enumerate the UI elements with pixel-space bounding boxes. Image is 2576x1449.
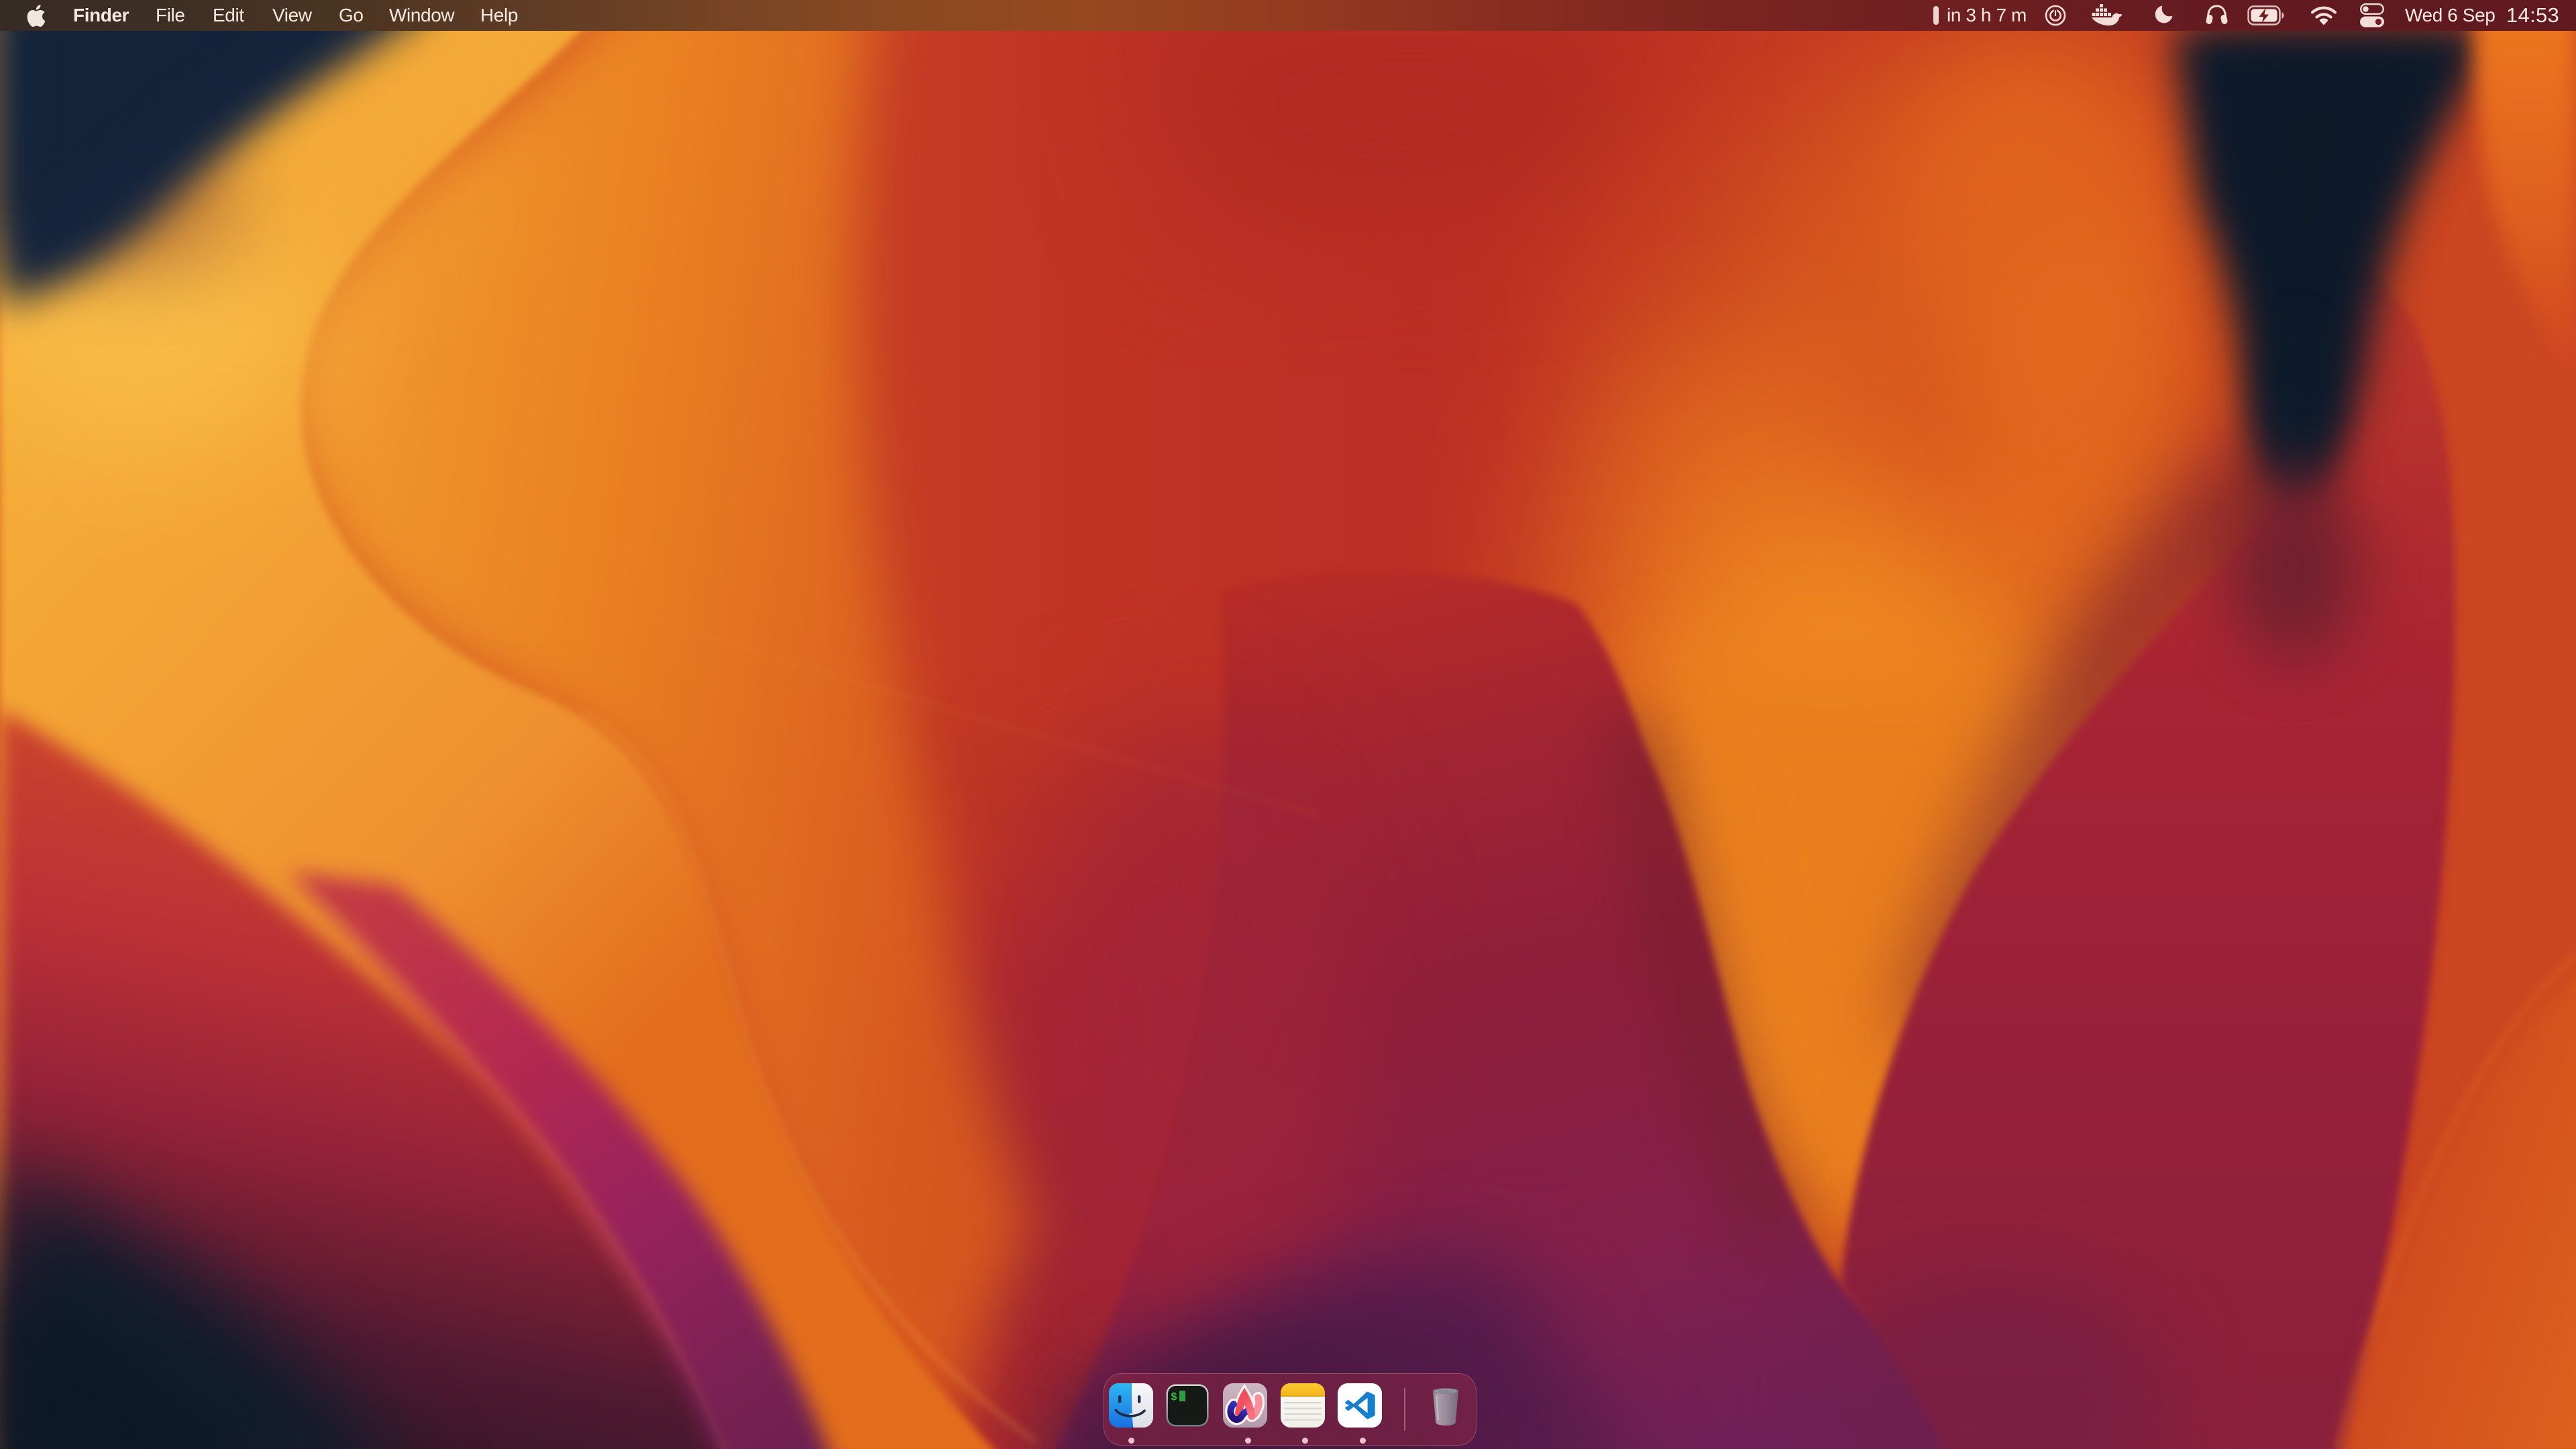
svg-text:$: $ — [1171, 1391, 1177, 1403]
